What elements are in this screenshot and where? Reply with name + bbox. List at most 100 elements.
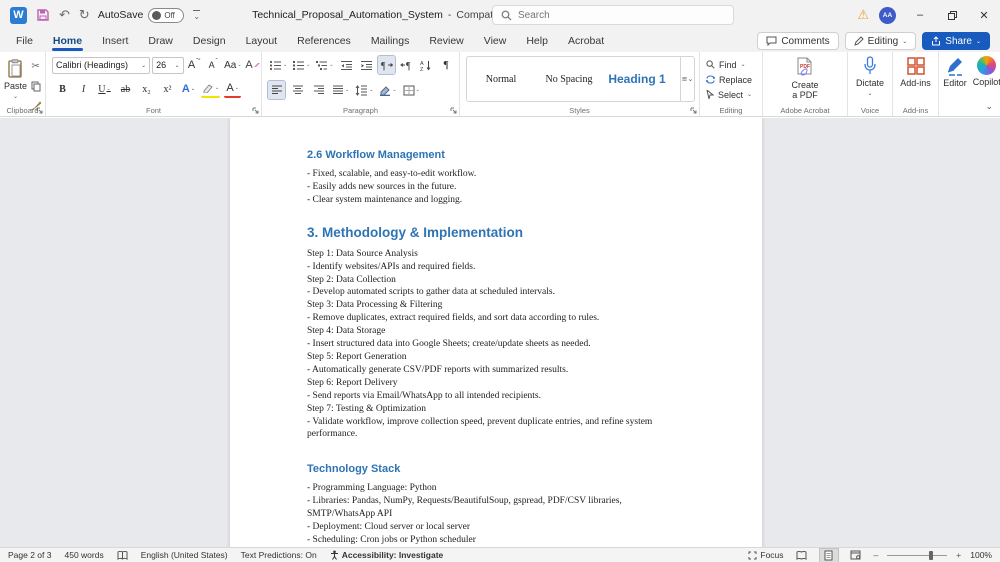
save-icon[interactable] — [36, 8, 50, 22]
ribbon-tab[interactable]: Insert — [92, 32, 138, 51]
superscript-button[interactable]: x² — [159, 80, 176, 98]
style-item[interactable]: No Spacing — [535, 57, 603, 101]
styles-gallery-more[interactable]: ≡⌄ — [680, 57, 694, 101]
ribbon-tab[interactable]: Help — [516, 32, 558, 51]
document-paragraph[interactable]: 3. Methodology & Implementation — [307, 225, 685, 241]
ribbon-tab[interactable]: File — [6, 32, 43, 51]
line-spacing-button[interactable]: ⌄ — [354, 81, 374, 99]
document-paragraph[interactable]: Step 5: Report Generation — [307, 351, 685, 364]
shrink-font-button[interactable]: Aˇ — [205, 56, 222, 74]
justify-button[interactable]: ⌄ — [331, 81, 350, 99]
align-center-button[interactable] — [289, 81, 306, 99]
document-paragraph[interactable]: - Send reports via Email/WhatsApp to all… — [307, 390, 685, 403]
document-paragraph[interactable]: - Clear system maintenance and logging. — [307, 194, 685, 207]
minimize-button[interactable]: – — [904, 0, 936, 30]
text-predictions[interactable]: Text Predictions: On — [241, 550, 317, 560]
right-to-left-button[interactable]: ¶ — [398, 56, 415, 74]
multilevel-list-button[interactable]: ⌄ — [314, 56, 334, 74]
document-paragraph[interactable]: Step 1: Data Source Analysis — [307, 248, 685, 261]
sort-button[interactable]: AZ — [418, 56, 435, 74]
shading-button[interactable]: ⌄ — [378, 81, 397, 99]
zoom-out-button[interactable]: – — [874, 550, 879, 560]
document-paragraph[interactable]: - Deployment: Cloud server or local serv… — [307, 521, 685, 534]
document-paragraph[interactable]: - Develop automated scripts to gather da… — [307, 286, 685, 299]
comments-button[interactable]: Comments — [757, 32, 839, 50]
pilcrow-button[interactable]: ¶ — [438, 56, 455, 74]
style-item[interactable]: Heading 1 — [603, 57, 671, 101]
find-button[interactable]: Find ⌄ — [700, 57, 762, 72]
borders-button[interactable]: ⌄ — [402, 81, 421, 99]
redo-icon[interactable]: ↻ — [79, 9, 90, 22]
web-layout-button[interactable] — [847, 549, 865, 562]
bold-button[interactable]: B — [54, 80, 71, 98]
left-to-right-button[interactable]: ¶ — [376, 55, 396, 75]
font-size-select[interactable]: 26 ⌄ — [152, 56, 184, 74]
select-button[interactable]: Select ⌄ — [700, 87, 762, 102]
grow-font-button[interactable]: A ˇ″ — [186, 56, 203, 74]
zoom-slider-thumb[interactable] — [929, 550, 934, 560]
document-paragraph[interactable]: Step 2: Data Collection — [307, 274, 685, 287]
copilot-button[interactable]: Copilot — [973, 52, 1000, 104]
dictate-button[interactable]: Dictate ⌄ — [848, 52, 892, 104]
ribbon-tab[interactable]: Mailings — [361, 32, 420, 51]
addins-button[interactable]: Add-ins — [893, 52, 938, 104]
page-indicator[interactable]: Page 2 of 3 — [8, 550, 51, 560]
replace-button[interactable]: Replace — [700, 72, 762, 87]
search-input[interactable] — [518, 9, 698, 21]
change-case-button[interactable]: Aa ⌄ — [224, 56, 242, 74]
search-bar[interactable] — [492, 5, 734, 25]
proofing-icon[interactable] — [117, 550, 128, 560]
paste-button[interactable]: Paste ⌄ — [4, 55, 27, 107]
accessibility-status[interactable]: Accessibility: Investigate — [330, 550, 443, 560]
word-count[interactable]: 450 words — [64, 550, 103, 560]
word-logo-icon[interactable]: W — [10, 6, 27, 24]
decrease-indent-button[interactable] — [338, 56, 355, 74]
ribbon-tab[interactable]: Acrobat — [558, 32, 614, 51]
collapse-ribbon-icon[interactable]: ⌄ — [985, 102, 993, 112]
close-button[interactable]: ✕ — [968, 0, 1000, 30]
zoom-slider[interactable] — [887, 550, 948, 560]
document-paragraph[interactable]: - Easily adds new sources in the future. — [307, 181, 685, 194]
font-color-button[interactable]: A ⌄ — [224, 80, 242, 98]
document-paragraph[interactable]: - Automatically generate CSV/PDF reports… — [307, 364, 685, 377]
document-paragraph[interactable]: Step 4: Data Storage — [307, 325, 685, 338]
align-right-button[interactable] — [310, 81, 327, 99]
ribbon-tab[interactable]: View — [474, 32, 517, 51]
print-layout-button[interactable] — [818, 547, 839, 562]
document-paragraph[interactable]: Step 3: Data Processing & Filtering — [307, 299, 685, 312]
font-name-select[interactable]: Calibri (Headings) ⌄ — [52, 56, 151, 74]
quick-access-customize-icon[interactable]: ⌄ — [193, 9, 201, 21]
ribbon-tab[interactable]: Review — [419, 32, 473, 51]
increase-indent-button[interactable] — [358, 56, 375, 74]
alert-icon[interactable]: ⚠ — [857, 8, 869, 23]
numbering-button[interactable]: ⌄ — [291, 56, 311, 74]
document-paragraph[interactable]: - Libraries: Pandas, NumPy, Requests/Bea… — [307, 495, 685, 521]
cut-icon[interactable]: ✂ — [27, 57, 44, 75]
document-paragraph[interactable]: - Identify websites/APIs and required fi… — [307, 261, 685, 274]
underline-button[interactable]: U ⌄ — [96, 80, 113, 98]
document-paragraph[interactable]: Step 6: Report Delivery — [307, 377, 685, 390]
document-paragraph[interactable]: - Insert structured data into Google She… — [307, 338, 685, 351]
focus-button[interactable]: Focus — [748, 550, 784, 560]
document-paragraph[interactable]: - Programming Language: Python — [307, 482, 685, 495]
document-paragraph[interactable]: - Scheduling: Cron jobs or Python schedu… — [307, 534, 685, 547]
document-paragraph[interactable]: - Fixed, scalable, and easy-to-edit work… — [307, 168, 685, 181]
document-paragraph[interactable]: 2.6 Workflow Management — [307, 149, 685, 162]
restore-button[interactable] — [936, 0, 968, 30]
editor-button[interactable]: Editor — [943, 52, 967, 104]
ribbon-tab[interactable]: Draw — [138, 32, 183, 51]
text-effects-button[interactable]: A ⌄ — [180, 80, 197, 98]
autosave-toggle[interactable]: Off — [148, 7, 185, 23]
document-page[interactable]: 2.6 Workflow Management - Fixed, scalable… — [230, 118, 762, 547]
align-left-button[interactable] — [267, 80, 286, 100]
highlight-button[interactable]: ⌄ — [201, 80, 221, 98]
ribbon-tab[interactable]: Layout — [236, 32, 288, 51]
ribbon-tab[interactable]: Design — [183, 32, 236, 51]
share-button[interactable]: Share ⌄ — [922, 32, 990, 50]
document-paragraph[interactable]: Step 7: Testing & Optimization — [307, 403, 685, 416]
subscript-button[interactable]: x₂ — [138, 80, 155, 98]
language-indicator[interactable]: English (United States) — [141, 550, 228, 560]
undo-icon[interactable]: ↶ — [59, 9, 70, 22]
create-pdf-button[interactable]: PDF Create a PDF — [763, 52, 847, 104]
bullets-button[interactable]: ⌄ — [268, 56, 288, 74]
